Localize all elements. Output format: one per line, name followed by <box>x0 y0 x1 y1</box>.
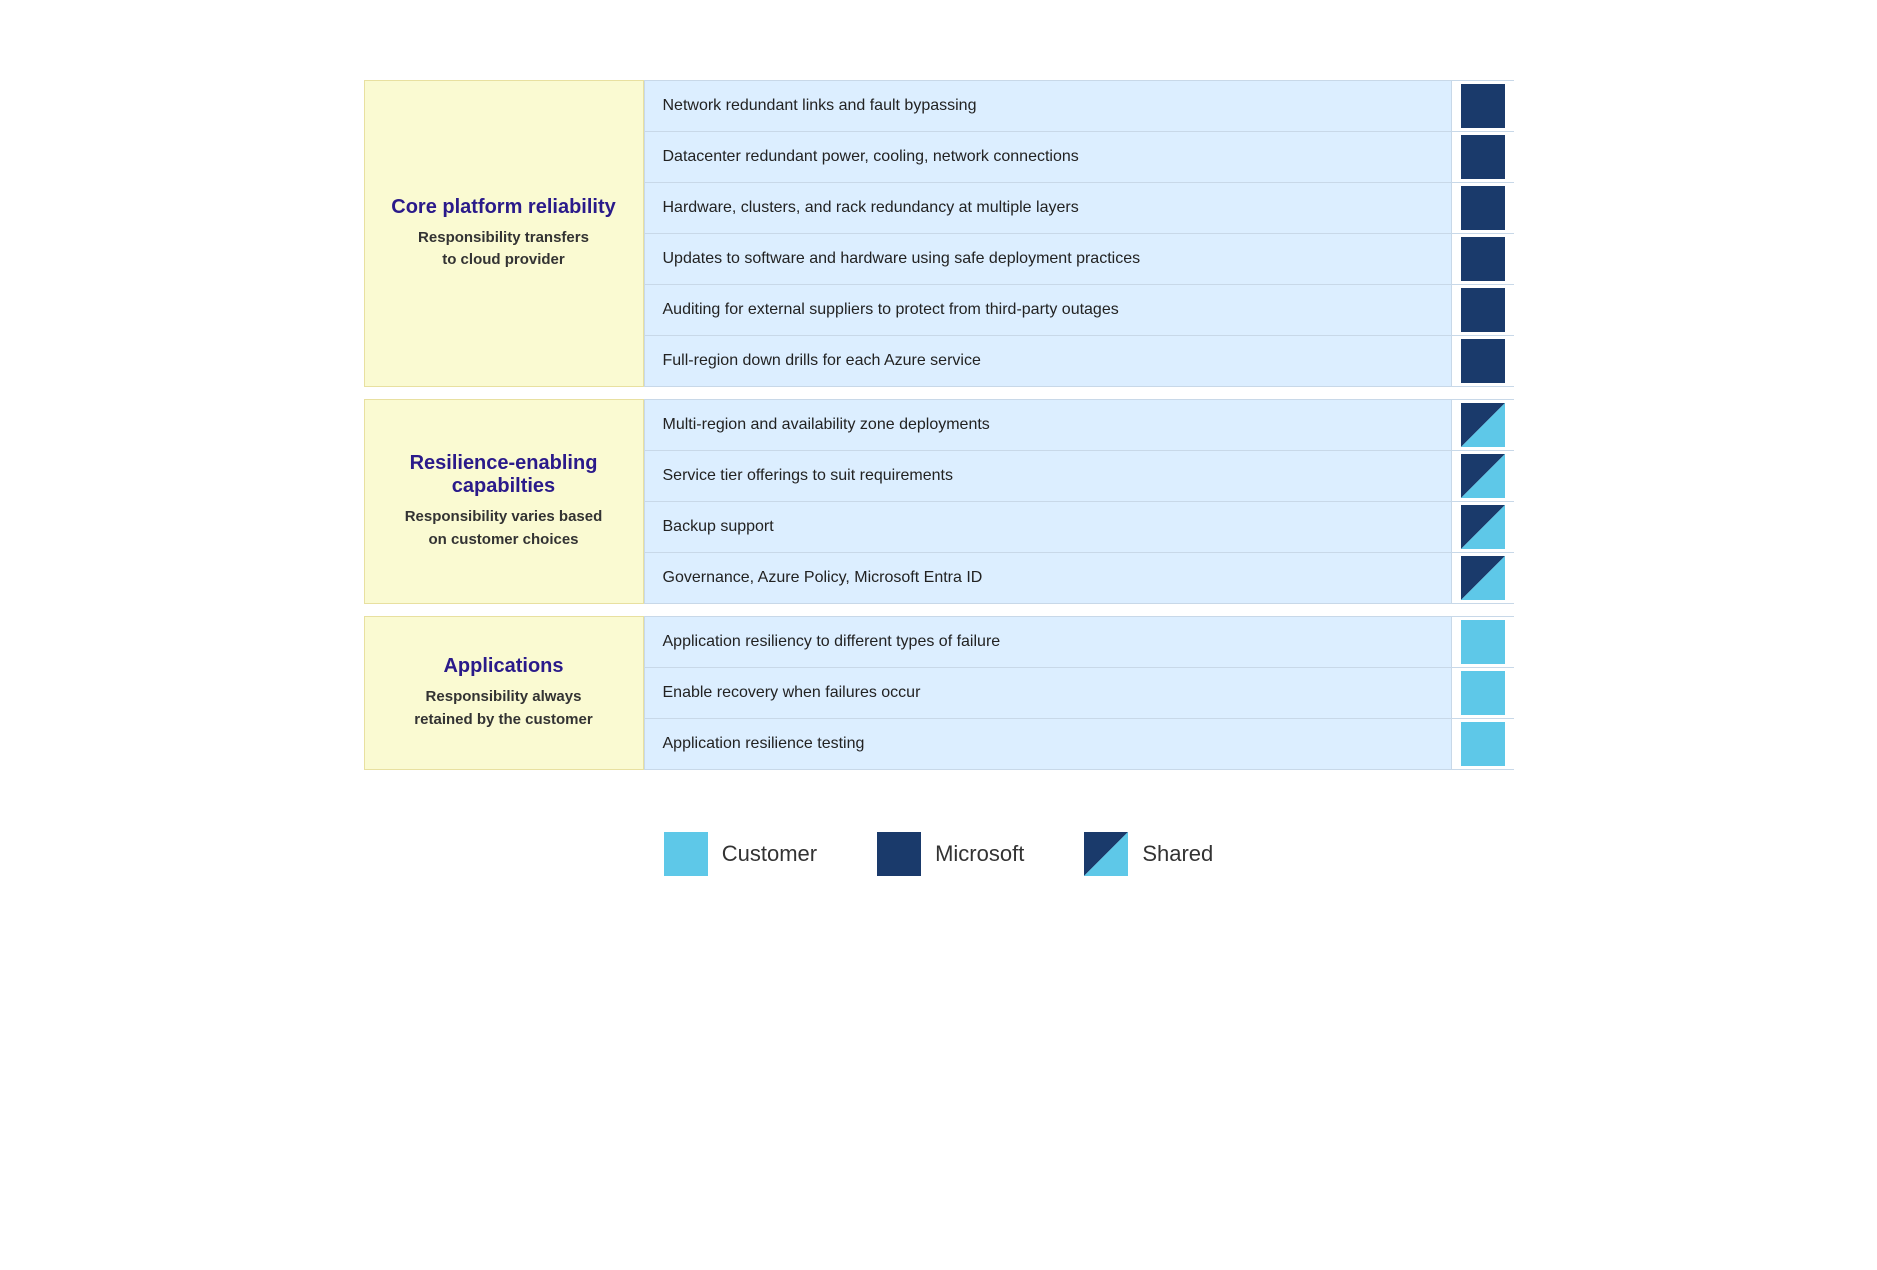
row-text: Hardware, clusters, and rack redundancy … <box>644 183 1452 233</box>
table-row: Governance, Azure Policy, Microsoft Entr… <box>644 553 1514 604</box>
legend-microsoft-icon <box>877 832 921 876</box>
microsoft-icon <box>1461 84 1505 128</box>
legend-label-microsoft: Microsoft <box>935 841 1024 867</box>
customer-icon <box>1461 620 1505 664</box>
legend: Customer Microsoft Shared <box>664 832 1214 876</box>
shared-icon <box>1461 403 1505 447</box>
row-text: Application resilience testing <box>644 719 1452 769</box>
row-text: Datacenter redundant power, cooling, net… <box>644 132 1452 182</box>
section-core-platform: Core platform reliability Responsibility … <box>364 80 1514 387</box>
section-rows-applications: Application resiliency to different type… <box>644 616 1514 770</box>
microsoft-icon <box>1461 135 1505 179</box>
row-text: Enable recovery when failures occur <box>644 668 1452 718</box>
legend-shared-icon <box>1084 832 1128 876</box>
table-row: Network redundant links and fault bypass… <box>644 80 1514 132</box>
table-row: Enable recovery when failures occur <box>644 668 1514 719</box>
table-row: Auditing for external suppliers to prote… <box>644 285 1514 336</box>
table-row: Service tier offerings to suit requireme… <box>644 451 1514 502</box>
section-applications: Applications Responsibility alwaysretaine… <box>364 616 1514 770</box>
section-title-core-platform: Core platform reliability <box>391 196 616 219</box>
row-text: Auditing for external suppliers to prote… <box>644 285 1452 335</box>
section-subtitle-applications: Responsibility alwaysretained by the cus… <box>414 686 592 731</box>
section-rows-core-platform: Network redundant links and fault bypass… <box>644 80 1514 387</box>
legend-customer-icon <box>664 832 708 876</box>
legend-item-microsoft: Microsoft <box>877 832 1024 876</box>
row-text: Backup support <box>644 502 1452 552</box>
section-label-resilience-enabling: Resilience-enabling capabilties Responsib… <box>364 399 644 604</box>
section-resilience-enabling: Resilience-enabling capabilties Responsib… <box>364 399 1514 604</box>
table-row: Full-region down drills for each Azure s… <box>644 336 1514 387</box>
shared-icon <box>1461 556 1505 600</box>
table-row: Application resilience testing <box>644 719 1514 770</box>
row-text: Application resiliency to different type… <box>644 617 1452 667</box>
microsoft-icon <box>1461 288 1505 332</box>
row-text: Service tier offerings to suit requireme… <box>644 451 1452 501</box>
section-subtitle-resilience-enabling: Responsibility varies basedon customer c… <box>405 506 603 551</box>
section-title-applications: Applications <box>443 655 563 678</box>
microsoft-icon <box>1461 339 1505 383</box>
row-text: Governance, Azure Policy, Microsoft Entr… <box>644 553 1452 603</box>
shared-icon <box>1461 454 1505 498</box>
legend-label-shared: Shared <box>1142 841 1213 867</box>
table-row: Datacenter redundant power, cooling, net… <box>644 132 1514 183</box>
section-rows-resilience-enabling: Multi-region and availability zone deplo… <box>644 399 1514 604</box>
shared-icon <box>1461 505 1505 549</box>
legend-item-shared: Shared <box>1084 832 1213 876</box>
legend-label-customer: Customer <box>722 841 817 867</box>
section-subtitle-core-platform: Responsibility transfersto cloud provide… <box>418 227 589 272</box>
table-row: Updates to software and hardware using s… <box>644 234 1514 285</box>
table-row: Multi-region and availability zone deplo… <box>644 399 1514 451</box>
table-row: Application resiliency to different type… <box>644 616 1514 668</box>
section-label-core-platform: Core platform reliability Responsibility … <box>364 80 644 387</box>
section-title-resilience-enabling: Resilience-enabling capabilties <box>383 452 625 498</box>
row-text: Multi-region and availability zone deplo… <box>644 400 1452 450</box>
customer-icon <box>1461 722 1505 766</box>
row-text: Full-region down drills for each Azure s… <box>644 336 1452 386</box>
microsoft-icon <box>1461 186 1505 230</box>
row-text: Updates to software and hardware using s… <box>644 234 1452 284</box>
customer-icon <box>1461 671 1505 715</box>
main-content: Core platform reliability Responsibility … <box>364 80 1514 782</box>
section-label-applications: Applications Responsibility alwaysretaine… <box>364 616 644 770</box>
row-text: Network redundant links and fault bypass… <box>644 81 1452 131</box>
table-row: Backup support <box>644 502 1514 553</box>
legend-item-customer: Customer <box>664 832 817 876</box>
table-row: Hardware, clusters, and rack redundancy … <box>644 183 1514 234</box>
microsoft-icon <box>1461 237 1505 281</box>
